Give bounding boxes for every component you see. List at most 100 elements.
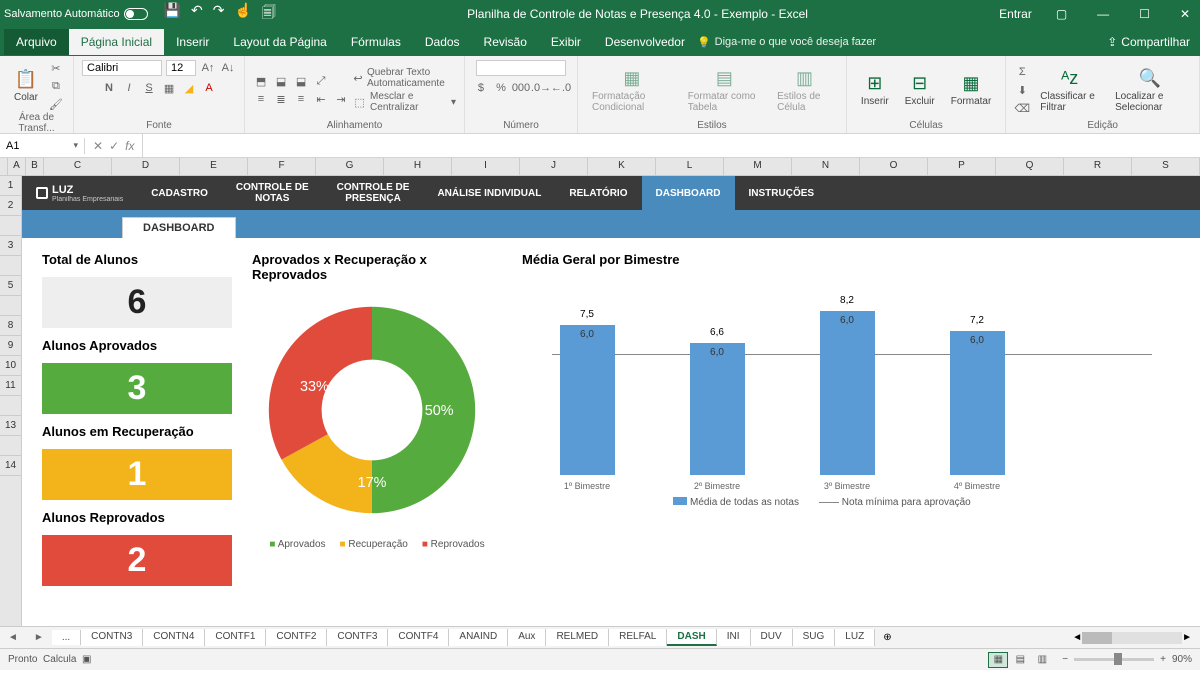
col-header[interactable]: B bbox=[26, 158, 44, 175]
row-header[interactable]: 1 bbox=[0, 176, 21, 196]
row-header[interactable] bbox=[0, 436, 21, 456]
macro-record-icon[interactable]: ▣ bbox=[82, 654, 91, 665]
row-header[interactable] bbox=[0, 256, 21, 276]
align-top-icon[interactable]: ⬒ bbox=[253, 73, 269, 89]
align-bottom-icon[interactable]: ⬓ bbox=[293, 73, 309, 89]
sheet-tab[interactable]: RELMED bbox=[546, 629, 609, 646]
row-header[interactable] bbox=[0, 216, 21, 236]
autosave-toggle[interactable]: Salvamento Automático bbox=[4, 8, 148, 20]
delete-cells-button[interactable]: ⊟Excluir bbox=[899, 71, 941, 109]
row-header[interactable]: 5 bbox=[0, 276, 21, 296]
undo-icon[interactable]: ↶ bbox=[191, 2, 203, 26]
align-center-icon[interactable]: ≣ bbox=[273, 91, 289, 107]
copy-icon[interactable]: ⧉ bbox=[48, 78, 64, 94]
inc-decimal-icon[interactable]: .0→ bbox=[533, 80, 549, 96]
decrease-font-icon[interactable]: A↓ bbox=[220, 60, 236, 76]
sheet-tab[interactable]: CONTF4 bbox=[388, 629, 449, 646]
row-header[interactable]: 14 bbox=[0, 456, 21, 476]
sheet-tab-more[interactable]: ... bbox=[52, 630, 81, 645]
nav-item[interactable]: CONTROLE DEPRESENÇA bbox=[323, 176, 424, 210]
view-break-icon[interactable]: ▥ bbox=[1032, 652, 1052, 668]
ribbon-options-icon[interactable]: ▢ bbox=[1050, 7, 1073, 21]
maximize-icon[interactable]: ☐ bbox=[1133, 7, 1156, 21]
redo-icon[interactable]: ↷ bbox=[213, 2, 225, 26]
row-header[interactable]: 3 bbox=[0, 236, 21, 256]
fill-icon[interactable]: ⬇ bbox=[1014, 82, 1030, 98]
row-header[interactable]: 10 bbox=[0, 356, 21, 376]
col-header[interactable]: M bbox=[724, 158, 792, 175]
font-size-select[interactable] bbox=[166, 60, 196, 76]
sheet-tab[interactable]: CONTF2 bbox=[266, 629, 327, 646]
share-button[interactable]: ⇪ Compartilhar bbox=[1107, 35, 1190, 49]
zoom-level[interactable]: 90% bbox=[1172, 654, 1192, 665]
name-box[interactable]: A1 bbox=[0, 138, 85, 154]
painter-icon[interactable]: 🖌 bbox=[48, 96, 64, 112]
col-header[interactable]: J bbox=[520, 158, 588, 175]
close-icon[interactable]: ✕ bbox=[1174, 7, 1196, 21]
enter-formula-icon[interactable]: ✓ bbox=[109, 139, 119, 153]
horizontal-scrollbar[interactable]: ◄► bbox=[900, 632, 1200, 644]
col-header[interactable]: L bbox=[656, 158, 724, 175]
touch-icon[interactable]: ☝ bbox=[234, 2, 251, 26]
tab-view[interactable]: Exibir bbox=[539, 29, 593, 55]
row-header[interactable]: 8 bbox=[0, 316, 21, 336]
row-header[interactable]: 2 bbox=[0, 196, 21, 216]
increase-font-icon[interactable]: A↑ bbox=[200, 60, 216, 76]
row-header[interactable]: 13 bbox=[0, 416, 21, 436]
sheet-tab[interactable]: CONTN4 bbox=[143, 629, 205, 646]
col-header[interactable]: G bbox=[316, 158, 384, 175]
sheet-nav-prev-icon[interactable]: ◄ bbox=[0, 632, 26, 643]
preview-icon[interactable]: 🗐 bbox=[262, 2, 276, 26]
find-select-button[interactable]: 🔍Localizar e Selecionar bbox=[1109, 66, 1191, 115]
col-header[interactable]: A bbox=[8, 158, 26, 175]
nav-item[interactable]: INSTRUÇÕES bbox=[735, 176, 829, 210]
minimize-icon[interactable]: — bbox=[1091, 7, 1115, 21]
sheet-tab[interactable]: SUG bbox=[793, 629, 836, 646]
cell-styles-button[interactable]: ▥Estilos de Célula bbox=[771, 66, 838, 115]
format-cells-button[interactable]: ▦Formatar bbox=[945, 71, 998, 109]
sheet-tab[interactable]: CONTF3 bbox=[327, 629, 388, 646]
add-sheet-icon[interactable]: ⊕ bbox=[875, 632, 899, 643]
align-middle-icon[interactable]: ⬓ bbox=[273, 73, 289, 89]
fx-icon[interactable]: fx bbox=[125, 139, 134, 153]
tell-me-search[interactable]: 💡 Diga-me o que você deseja fazer bbox=[697, 36, 876, 49]
col-header[interactable]: P bbox=[928, 158, 996, 175]
col-header[interactable]: S bbox=[1132, 158, 1200, 175]
sheet-tab[interactable]: LUZ bbox=[835, 629, 875, 646]
font-color-icon[interactable]: A bbox=[201, 80, 217, 96]
col-header[interactable]: O bbox=[860, 158, 928, 175]
clear-icon[interactable]: ⌫ bbox=[1014, 100, 1030, 116]
autosum-icon[interactable]: Σ bbox=[1014, 64, 1030, 80]
nav-item[interactable]: DASHBOARD bbox=[642, 176, 735, 210]
nav-item[interactable]: CADASTRO bbox=[137, 176, 222, 210]
col-header[interactable]: Q bbox=[996, 158, 1064, 175]
view-layout-icon[interactable]: ▤ bbox=[1010, 652, 1030, 668]
indent-inc-icon[interactable]: ⇥ bbox=[333, 91, 349, 107]
col-header[interactable]: C bbox=[44, 158, 112, 175]
fill-color-icon[interactable]: ◢ bbox=[181, 80, 197, 96]
row-header[interactable]: 11 bbox=[0, 376, 21, 396]
nav-item[interactable]: RELATÓRIO bbox=[555, 176, 641, 210]
italic-icon[interactable]: I bbox=[121, 80, 137, 96]
sheet-tab[interactable]: DASH bbox=[667, 629, 716, 646]
sheet-tab[interactable]: ANAIND bbox=[449, 629, 508, 646]
tab-developer[interactable]: Desenvolvedor bbox=[593, 29, 697, 55]
sheet-nav-next-icon[interactable]: ► bbox=[26, 632, 52, 643]
percent-icon[interactable]: % bbox=[493, 80, 509, 96]
select-all-corner[interactable] bbox=[0, 158, 8, 176]
indent-dec-icon[interactable]: ⇤ bbox=[313, 91, 329, 107]
align-right-icon[interactable]: ≡ bbox=[293, 91, 309, 107]
sheet-tab[interactable]: DUV bbox=[751, 629, 793, 646]
tab-insert[interactable]: Inserir bbox=[164, 29, 221, 55]
dec-decimal-icon[interactable]: ←.0 bbox=[553, 80, 569, 96]
nav-item[interactable]: ANÁLISE INDIVIDUAL bbox=[423, 176, 555, 210]
tab-file[interactable]: Arquivo bbox=[4, 29, 69, 55]
currency-icon[interactable]: $ bbox=[473, 80, 489, 96]
col-header[interactable]: R bbox=[1064, 158, 1132, 175]
comma-icon[interactable]: 000 bbox=[513, 80, 529, 96]
number-format-select[interactable] bbox=[476, 60, 566, 76]
view-normal-icon[interactable]: ▦ bbox=[988, 652, 1008, 668]
save-icon[interactable]: 💾 bbox=[164, 2, 181, 26]
cancel-formula-icon[interactable]: ✕ bbox=[93, 139, 103, 153]
col-header[interactable]: F bbox=[248, 158, 316, 175]
